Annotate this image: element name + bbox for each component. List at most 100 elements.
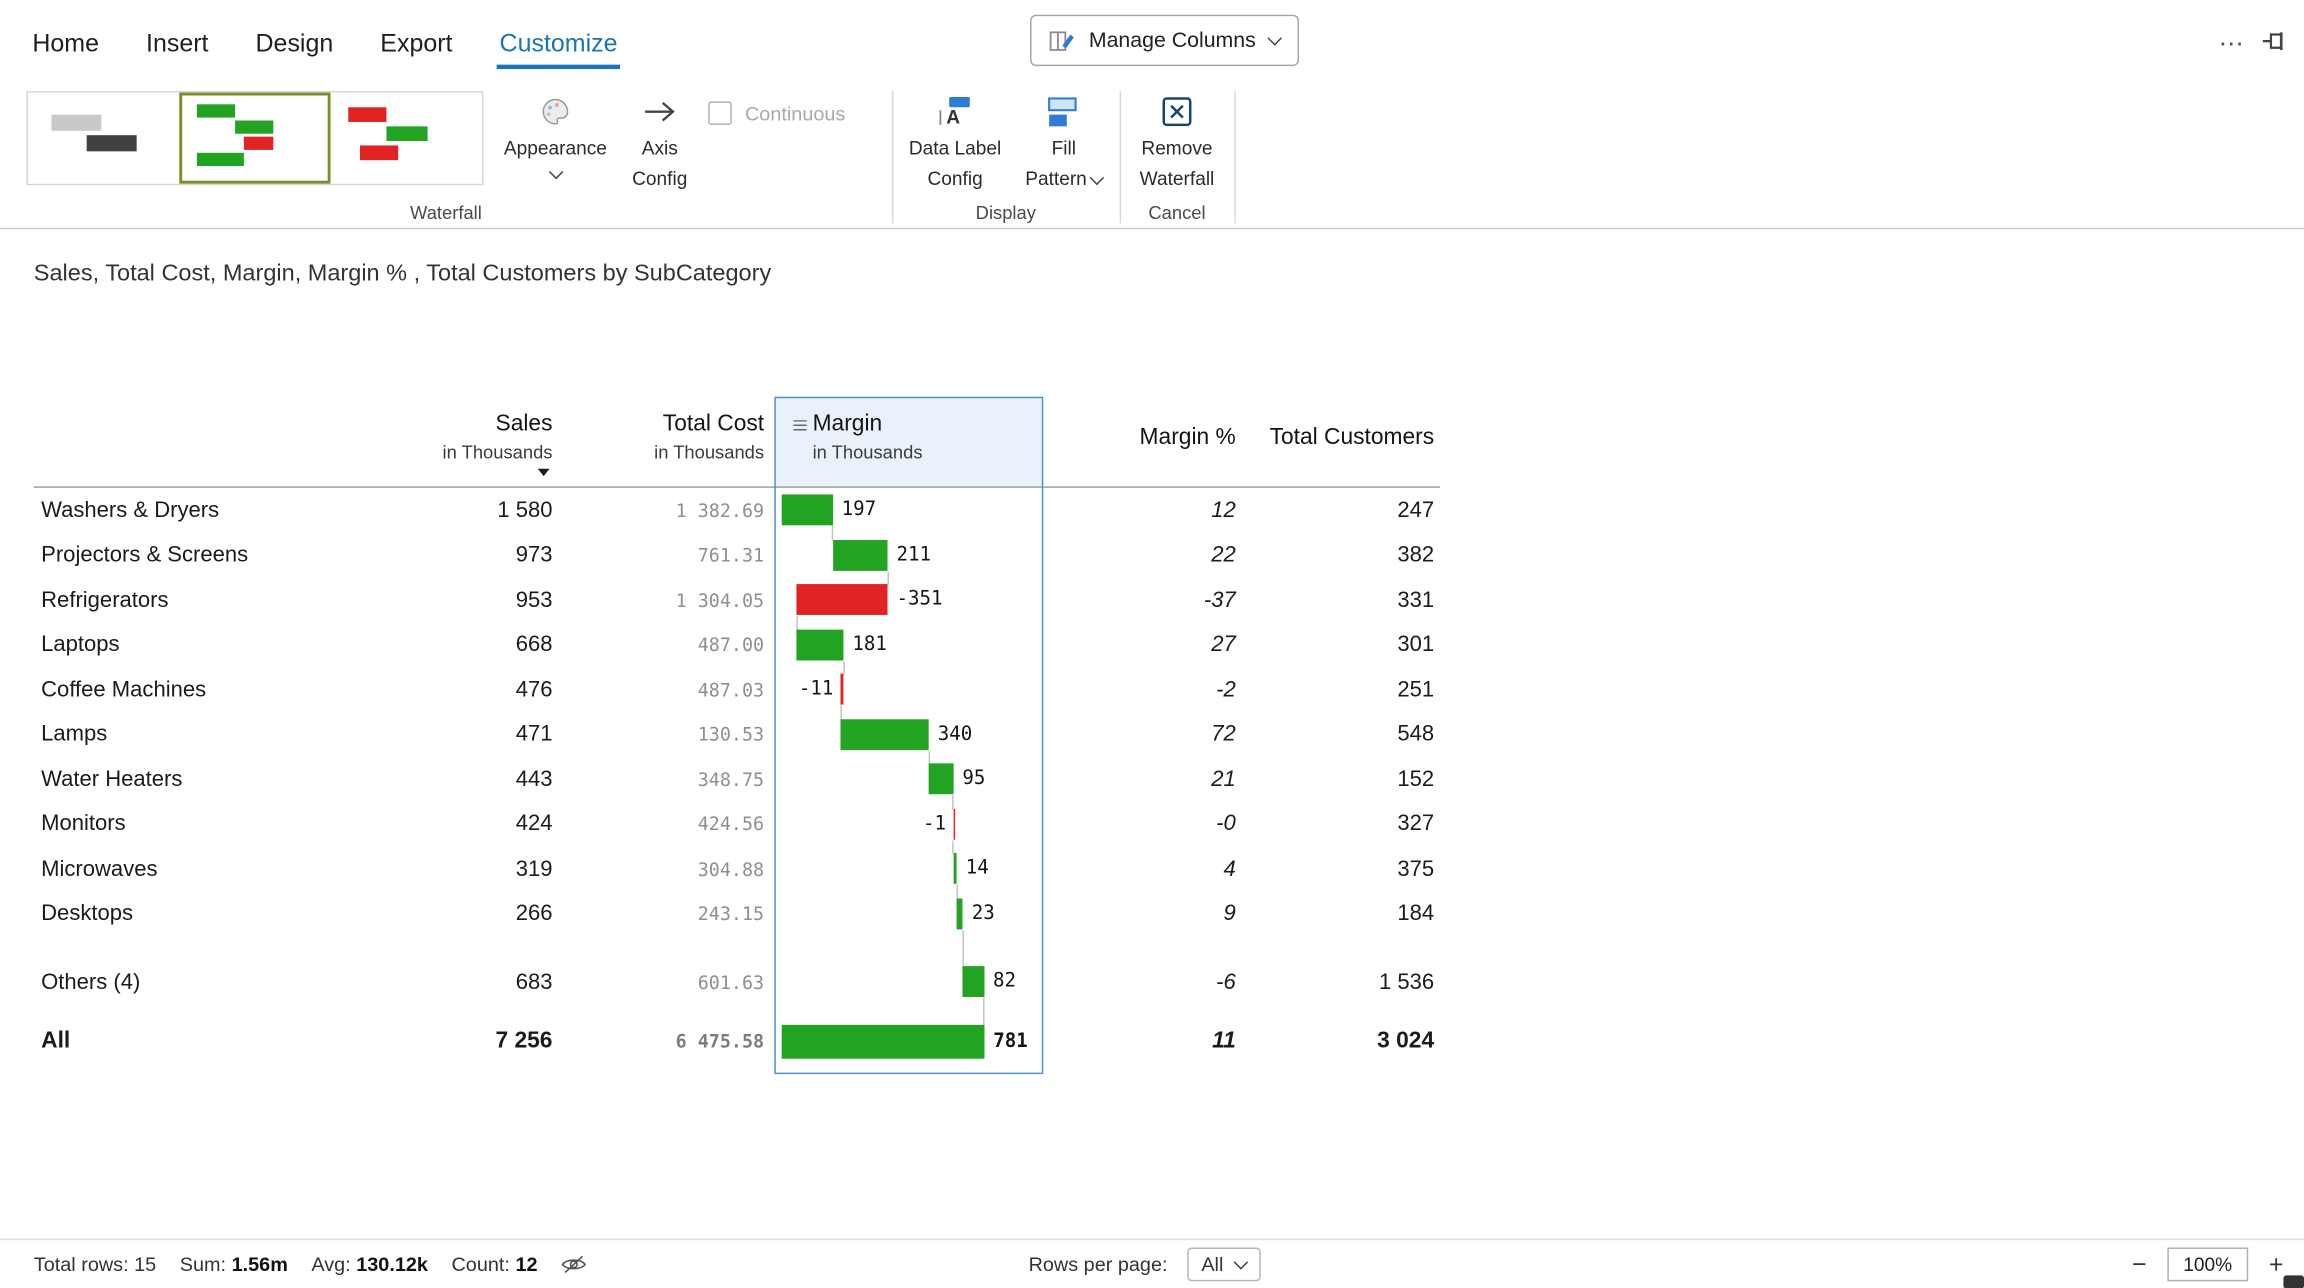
table-row: Coffee Machines 476 487.03 -11 -2 251 <box>34 667 1440 712</box>
remove-x-icon <box>1162 91 1191 132</box>
waterfall-connector <box>953 795 954 810</box>
tab-export[interactable]: Export <box>377 6 455 82</box>
waterfall-bar <box>797 584 888 615</box>
total-cost-value: 761.31 <box>552 544 764 566</box>
summary-stats: Total rows: 15 Sum: 1.56m Avg: 130.12k C… <box>0 1253 586 1275</box>
customers-value: 1 536 <box>1236 969 1434 994</box>
sales-value: 973 <box>426 543 552 568</box>
customers-value: 382 <box>1236 543 1434 568</box>
cancel-group-label: Cancel <box>1120 203 1235 224</box>
margin-waterfall-cell[interactable]: 14 <box>774 846 1043 891</box>
zoom-level[interactable]: 100% <box>2167 1248 2248 1282</box>
waterfall-bar-label: 23 <box>972 903 995 925</box>
customers-value: 152 <box>1236 767 1434 792</box>
table-row: Projectors & Screens 973 761.31 211 22 3… <box>34 533 1440 578</box>
total-cost-value: 487.00 <box>552 634 764 656</box>
remove-waterfall-button[interactable]: Remove Waterfall <box>1126 91 1229 194</box>
continuous-label: Continuous <box>745 102 845 124</box>
waterfall-bar-label: 781 <box>993 1030 1028 1052</box>
waterfall-style-green-red-selected[interactable] <box>179 93 330 184</box>
zoom-out-button[interactable]: − <box>2132 1252 2147 1277</box>
margin-waterfall-cell[interactable]: -11 <box>774 667 1043 712</box>
data-label-config-button[interactable]: A Data Label Config <box>899 91 1011 194</box>
margin-pct-value: -0 <box>1043 811 1235 836</box>
rows-per-page-label: Rows per page: <box>1029 1253 1168 1275</box>
waterfall-style-neutral[interactable] <box>28 93 179 184</box>
fill-pattern-icon <box>1046 91 1081 132</box>
axis-config-button[interactable]: Axis Config <box>624 91 695 194</box>
margin-waterfall-cell[interactable]: 781 <box>774 1016 1043 1066</box>
fill-pattern-button[interactable]: Fill Pattern <box>1017 91 1111 194</box>
margin-waterfall-cell[interactable]: 95 <box>774 757 1043 802</box>
customers-value: 3 024 <box>1236 1028 1434 1054</box>
pin-icon[interactable] <box>2261 29 2286 60</box>
waterfall-connector <box>983 998 984 1025</box>
waterfall-style-red-green[interactable] <box>331 93 482 184</box>
header-sales[interactable]: Sales in Thousands <box>426 397 552 487</box>
zoom-in-button[interactable]: + <box>2269 1252 2284 1277</box>
sales-value: 443 <box>426 767 552 792</box>
table-row: Others (4) 683 601.63 82 -6 1 536 <box>34 960 1440 1005</box>
waterfall-connector <box>840 705 841 720</box>
total-cost-value: 487.03 <box>552 678 764 700</box>
sales-value: 319 <box>426 856 552 881</box>
visual-title: Sales, Total Cost, Margin, Margin % , To… <box>34 262 771 288</box>
tab-insert[interactable]: Insert <box>143 6 211 82</box>
margin-pct-value: 72 <box>1043 722 1235 747</box>
margin-pct-value: 27 <box>1043 632 1235 657</box>
customers-value: 327 <box>1236 811 1434 836</box>
waterfall-connector <box>953 840 954 853</box>
waterfall-connector <box>962 929 963 966</box>
rows-per-page-dropdown[interactable]: All <box>1187 1248 1260 1282</box>
table-row: Laptops 668 487.00 181 27 301 <box>34 622 1440 667</box>
total-cost-value: 130.53 <box>552 723 764 745</box>
margin-pct-value: 22 <box>1043 543 1235 568</box>
waterfall-group-label: Waterfall <box>0 203 892 224</box>
eye-slash-icon[interactable] <box>561 1253 586 1275</box>
sales-value: 266 <box>426 901 552 926</box>
row-label: Monitors <box>34 811 426 836</box>
total-cost-value: 424.56 <box>552 813 764 835</box>
data-label-config-label: Data Label <box>909 132 1001 163</box>
remove-waterfall-label: Remove <box>1141 132 1212 163</box>
total-cost-value: 1 304.05 <box>552 589 764 611</box>
margin-waterfall-cell[interactable]: 82 <box>774 960 1043 1005</box>
tab-design[interactable]: Design <box>253 6 337 82</box>
tab-customize[interactable]: Customize <box>497 6 621 82</box>
sales-value: 7 256 <box>426 1028 552 1054</box>
margin-waterfall-cell[interactable]: 181 <box>774 622 1043 667</box>
table-row: Monitors 424 424.56 -1 -0 327 <box>34 802 1440 847</box>
header-margin-selected[interactable]: Margin in Thousands <box>774 397 1043 487</box>
sales-value: 471 <box>426 722 552 747</box>
header-margin-pct[interactable]: Margin % <box>1043 397 1235 487</box>
table-body: Washers & Dryers 1 580 1 382.69 197 12 2… <box>34 488 1440 1066</box>
margin-waterfall-cell[interactable]: 211 <box>774 533 1043 578</box>
total-cost-value: 304.88 <box>552 858 764 880</box>
margin-waterfall-cell[interactable]: 23 <box>774 891 1043 936</box>
drag-handle-icon[interactable] <box>793 420 806 430</box>
waterfall-connector <box>887 571 888 584</box>
tab-home[interactable]: Home <box>29 6 102 82</box>
continuous-checkbox[interactable] <box>708 101 732 125</box>
more-options-button[interactable]: ⋯ <box>2219 29 2245 58</box>
manage-columns-button[interactable]: Manage Columns <box>1030 15 1298 66</box>
customers-value: 331 <box>1236 587 1434 612</box>
sales-value: 683 <box>426 969 552 994</box>
data-label-icon: A <box>937 91 972 132</box>
margin-pct-value: -6 <box>1043 969 1235 994</box>
sales-value: 668 <box>426 632 552 657</box>
margin-waterfall-cell[interactable]: -351 <box>774 577 1043 622</box>
waterfall-bar-label: -351 <box>896 589 942 611</box>
margin-waterfall-cell[interactable]: 340 <box>774 712 1043 757</box>
waterfall-bar <box>953 853 957 884</box>
margin-waterfall-cell[interactable]: 197 <box>774 488 1043 533</box>
margin-waterfall-cell[interactable]: -1 <box>774 802 1043 847</box>
zoom-controls: − 100% + <box>2132 1248 2284 1282</box>
header-total-cost[interactable]: Total Cost in Thousands <box>552 397 764 487</box>
total-cost-value: 1 382.69 <box>552 499 764 521</box>
appearance-button[interactable]: Appearance <box>497 91 615 184</box>
row-label: Washers & Dryers <box>34 498 426 523</box>
status-bar: Total rows: 15 Sum: 1.56m Avg: 130.12k C… <box>0 1239 2304 1288</box>
header-total-customers[interactable]: Total Customers <box>1236 397 1434 487</box>
total-cost-value: 601.63 <box>552 971 764 993</box>
